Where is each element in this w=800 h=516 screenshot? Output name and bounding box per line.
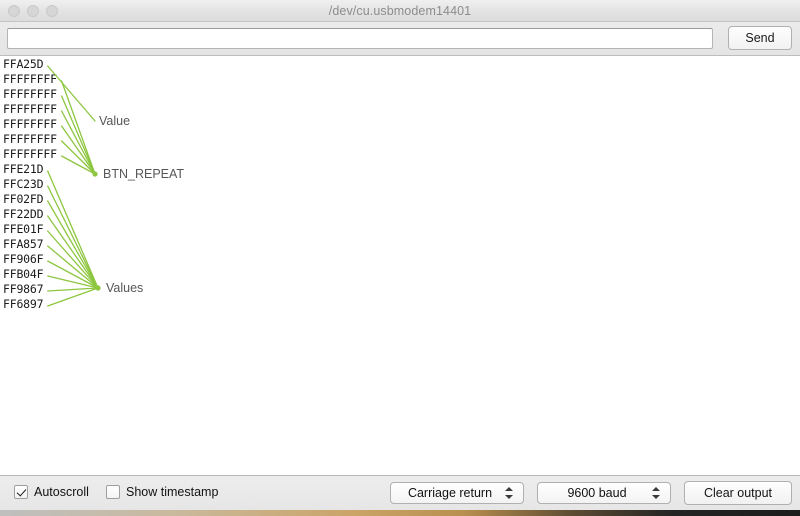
serial-output-line: FFFFFFFF	[3, 117, 57, 131]
show-timestamp-label: Show timestamp	[126, 485, 219, 499]
show-timestamp-checkbox[interactable]: Show timestamp	[106, 485, 218, 499]
serial-output-lines: FFA25D FFFFFFFF FFFFFFFF FFFFFFFF FFFFFFFF FF…	[3, 57, 57, 312]
window-bottom-edge	[0, 510, 800, 516]
line-ending-value: Carriage return	[407, 486, 493, 500]
annotation-leader-line	[60, 140, 96, 175]
annotation-label: BTN_REPEAT	[103, 167, 185, 181]
serial-output-line: FFA25D	[3, 57, 44, 71]
annotation-arrow-head	[92, 171, 98, 177]
annotation-leader-line	[60, 80, 96, 175]
serial-send-input[interactable]	[7, 28, 713, 49]
serial-output-area[interactable]: FFA25D FFFFFFFF FFFFFFFF FFFFFFFF FFFFFFFF FF…	[0, 56, 800, 475]
serial-output-line: FFFFFFFF	[3, 102, 57, 116]
serial-output-line: FF9867	[3, 282, 44, 296]
clear-output-button[interactable]: Clear output	[684, 481, 792, 505]
annotation-leader-line	[60, 125, 96, 175]
send-button[interactable]: Send	[728, 26, 792, 50]
annotation-label: Value	[99, 114, 131, 128]
serial-output-line: FFE21D	[3, 162, 44, 176]
window-title: /dev/cu.usbmodem14401	[328, 4, 472, 18]
serial-output-line: FF02FD	[3, 192, 44, 206]
show-timestamp-checkbox-box[interactable]	[106, 485, 120, 499]
serial-output-line: FF22DD	[3, 207, 44, 221]
autoscroll-checkbox-box[interactable]	[14, 485, 28, 499]
baud-rate-dropdown[interactable]: 9600 baud	[537, 482, 671, 504]
send-bar: Send	[0, 22, 800, 56]
baud-rate-value: 9600 baud	[567, 486, 627, 500]
annotation-leader-line	[60, 110, 96, 175]
annotation-label: Values	[106, 281, 144, 295]
serial-output-line: FFFFFFFF	[3, 87, 57, 101]
bottom-toolbar: Autoscroll Show timestamp Carriage retur…	[0, 475, 800, 510]
title-bar: /dev/cu.usbmodem14401	[0, 0, 800, 22]
serial-output-line: FF906F	[3, 252, 44, 266]
serial-output-line: FFA857	[3, 237, 44, 251]
line-ending-dropdown[interactable]: Carriage return	[390, 482, 524, 504]
serial-output-line: FFE01F	[3, 222, 44, 236]
serial-output-line: FFB04F	[3, 267, 44, 281]
autoscroll-label: Autoscroll	[34, 485, 89, 499]
annotation-leader-line	[60, 155, 96, 175]
annotation-arrow-head	[95, 285, 101, 291]
serial-output-line: FFFFFFFF	[3, 72, 57, 86]
serial-output-line: FFFFFFFF	[3, 132, 57, 146]
serial-output-line: FF6897	[3, 297, 44, 311]
serial-monitor-window: /dev/cu.usbmodem14401 Send FFA25D FFFFFFF…	[0, 0, 800, 516]
autoscroll-checkbox[interactable]: Autoscroll	[14, 485, 89, 499]
chevron-updown-icon[interactable]	[501, 482, 517, 504]
annotation-leader-line	[60, 95, 96, 175]
serial-output-line: FFFFFFFF	[3, 147, 57, 161]
chevron-updown-icon[interactable]	[648, 482, 664, 504]
serial-output-line: FFC23D	[3, 177, 44, 191]
